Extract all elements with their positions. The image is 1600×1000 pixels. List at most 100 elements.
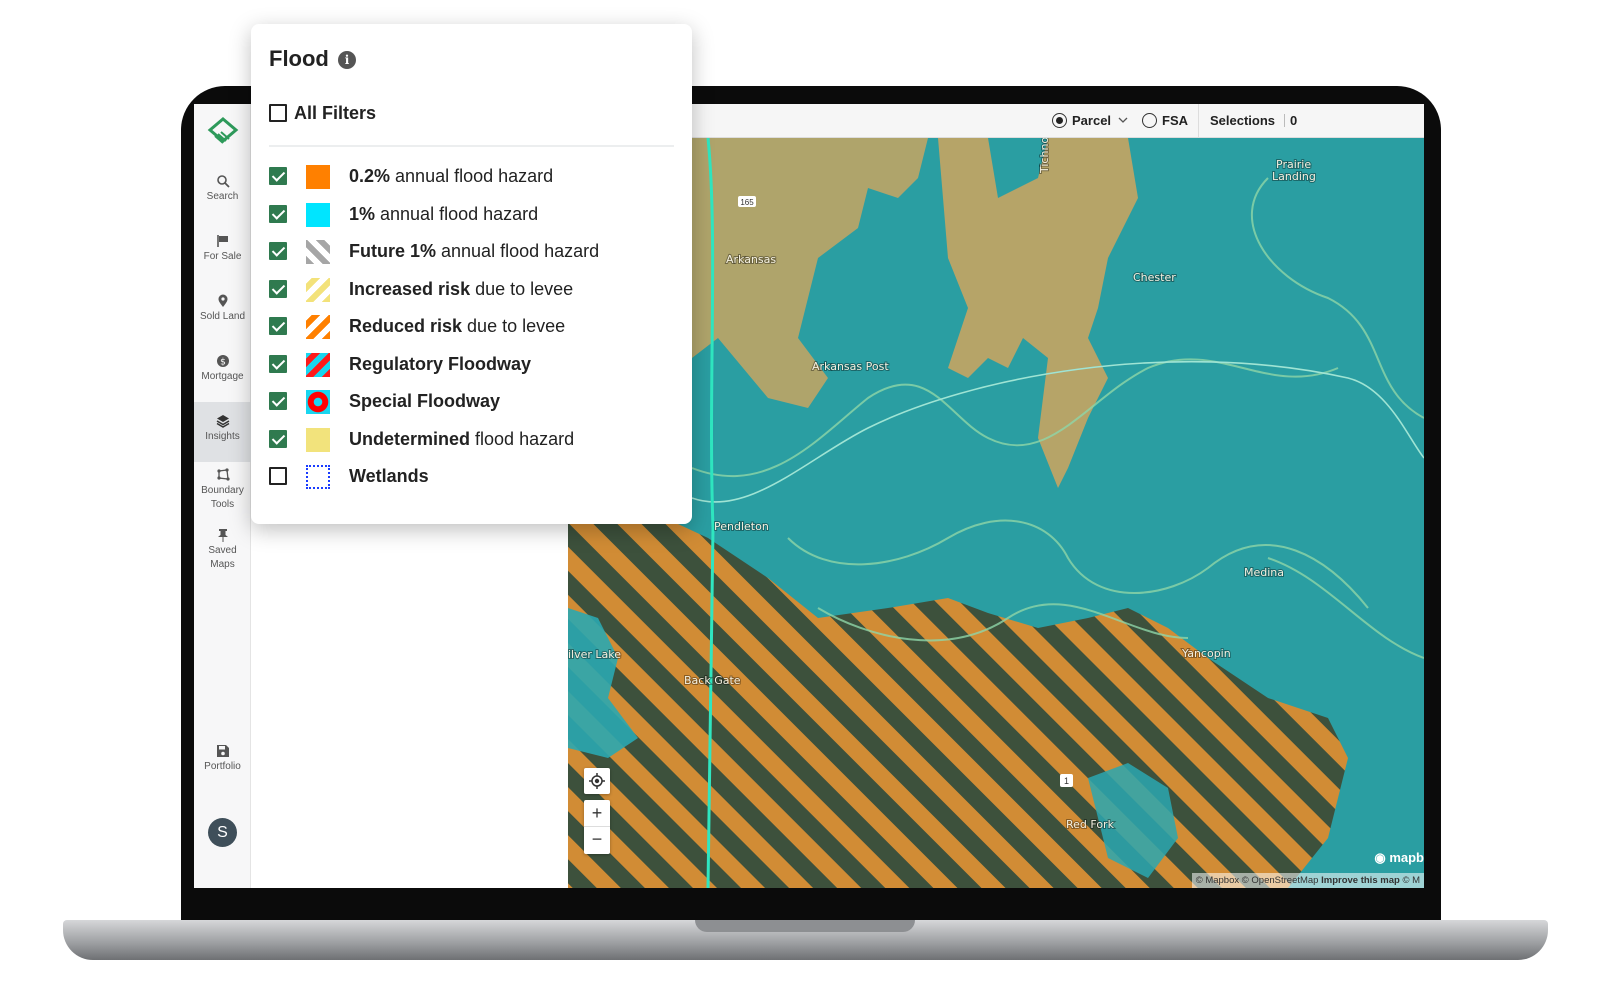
map-canvas[interactable]: Arkansas Chester Prairie Landing Arkansa… bbox=[568, 138, 1424, 888]
place-label: Chester bbox=[1133, 271, 1176, 284]
zoom-out-button[interactable]: − bbox=[584, 827, 610, 854]
zoom-control: + − bbox=[584, 800, 610, 854]
place-label: ilver Lake bbox=[568, 648, 621, 661]
sidebar-label: Maps bbox=[210, 559, 235, 570]
sidebar-item-boundary-tools[interactable]: Boundary Tools bbox=[194, 468, 251, 512]
divider bbox=[1198, 104, 1199, 138]
improve-map-link[interactable]: Improve this map bbox=[1321, 875, 1400, 886]
sidebar: Search For Sale Sold Land $ Mortgage Ins… bbox=[194, 104, 251, 888]
parcel-radio[interactable] bbox=[1052, 113, 1067, 128]
attribution-link[interactable]: © OpenStreetMap bbox=[1242, 875, 1319, 886]
sidebar-item-saved-maps[interactable]: Saved Maps bbox=[194, 528, 251, 572]
flood-filter-popup: Flood i All Filters 0.2% annual flood ha… bbox=[251, 24, 692, 524]
parcel-label[interactable]: Parcel bbox=[1072, 113, 1111, 128]
zoom-in-button[interactable]: + bbox=[584, 800, 610, 827]
filter-row[interactable]: Undetermined flood hazard bbox=[251, 426, 692, 452]
place-label: Medina bbox=[1244, 566, 1284, 579]
sidebar-item-search[interactable]: Search bbox=[194, 174, 251, 204]
laptop-notch bbox=[695, 920, 915, 932]
filter-label: Special Floodway bbox=[349, 391, 501, 411]
attribution-link[interactable]: © Mapbox bbox=[1196, 875, 1239, 886]
map-layers: Arkansas Chester Prairie Landing Arkansa… bbox=[568, 138, 1424, 888]
filter-checkbox[interactable] bbox=[269, 354, 287, 373]
fsa-radio[interactable] bbox=[1142, 113, 1157, 128]
orange-hatch-swatch-icon bbox=[306, 315, 330, 339]
divider bbox=[269, 145, 674, 147]
save-icon bbox=[216, 745, 229, 757]
filter-row[interactable]: 0.2% annual flood hazard bbox=[251, 163, 692, 189]
sidebar-label: Insights bbox=[205, 431, 240, 442]
sidebar-item-mortgage[interactable]: $ Mortgage bbox=[194, 354, 251, 384]
fsa-label[interactable]: FSA bbox=[1162, 113, 1188, 128]
filter-row[interactable]: 1% annual flood hazard bbox=[251, 201, 692, 227]
boundary-icon bbox=[216, 468, 230, 481]
svg-text:1: 1 bbox=[1064, 776, 1069, 786]
sidebar-label: Tools bbox=[210, 499, 235, 510]
sidebar-label: For Sale bbox=[203, 251, 242, 262]
filter-checkbox[interactable] bbox=[269, 429, 287, 448]
sidebar-label: Mortgage bbox=[201, 371, 244, 382]
sidebar-label: Search bbox=[206, 191, 239, 202]
filter-label: 1% annual flood hazard bbox=[349, 203, 539, 224]
layers-icon bbox=[216, 415, 229, 428]
geolocate-button[interactable] bbox=[584, 768, 610, 794]
filter-row[interactable]: Increased risk due to levee bbox=[251, 276, 692, 302]
filter-checkbox[interactable] bbox=[269, 279, 287, 298]
search-icon bbox=[216, 175, 230, 188]
filter-label: Reduced risk due to levee bbox=[349, 316, 566, 336]
all-filters-row[interactable]: All Filters bbox=[251, 100, 692, 126]
road-label: Tichnor Rd bbox=[1038, 138, 1051, 174]
info-icon[interactable]: i bbox=[338, 51, 356, 69]
filter-label: 0.2% annual flood hazard bbox=[349, 166, 554, 186]
map-toolbar: Parcel FSA Selections 0 bbox=[568, 104, 1424, 138]
logo-icon[interactable] bbox=[207, 116, 239, 148]
filter-label: Wetlands bbox=[349, 466, 429, 486]
svg-text:165: 165 bbox=[740, 198, 754, 207]
chevron-down-icon[interactable] bbox=[1118, 116, 1128, 124]
filter-row[interactable]: Wetlands bbox=[251, 463, 692, 489]
filter-label: Increased risk due to levee bbox=[349, 278, 574, 299]
place-label: Pendleton bbox=[714, 520, 769, 533]
all-filters-label: All Filters bbox=[294, 103, 377, 123]
route-shield: 1 bbox=[1060, 774, 1073, 787]
attribution-link[interactable]: © M bbox=[1402, 875, 1420, 886]
filter-checkbox[interactable] bbox=[269, 392, 287, 410]
mapbox-logo[interactable]: ◉ mapb bbox=[1374, 850, 1424, 866]
sidebar-item-for-sale[interactable]: For Sale bbox=[194, 234, 251, 264]
map-attribution: © Mapbox © OpenStreetMap Improve this ma… bbox=[1191, 873, 1424, 888]
sidebar-item-sold-land[interactable]: Sold Land bbox=[194, 294, 251, 324]
filter-checkbox[interactable] bbox=[269, 317, 287, 335]
filter-row[interactable]: Future 1% annual flood hazard bbox=[251, 238, 692, 264]
selections-count: 0 bbox=[1290, 113, 1298, 128]
pin-icon bbox=[217, 529, 228, 542]
filter-checkbox[interactable] bbox=[269, 167, 287, 185]
filter-label: Future 1% annual flood hazard bbox=[349, 241, 600, 261]
popup-title: Flood bbox=[269, 46, 329, 71]
sidebar-label: Sold Land bbox=[199, 311, 246, 322]
red-cyan-hatch-swatch-icon bbox=[306, 352, 330, 377]
all-filters-checkbox[interactable] bbox=[269, 104, 287, 122]
solid-orange-swatch-icon bbox=[306, 165, 330, 189]
filter-checkbox[interactable] bbox=[269, 242, 287, 260]
avatar[interactable]: S bbox=[208, 818, 237, 847]
sidebar-item-insights[interactable]: Insights bbox=[194, 402, 251, 462]
flag-icon bbox=[216, 235, 228, 247]
place-label: Arkansas bbox=[726, 253, 776, 266]
filter-row[interactable]: Regulatory Floodway bbox=[251, 351, 692, 377]
red-cyan-diamond-swatch-icon bbox=[306, 390, 330, 414]
filter-checkbox[interactable] bbox=[269, 467, 287, 485]
filter-row[interactable]: Special Floodway bbox=[251, 388, 692, 414]
dollar-icon: $ bbox=[216, 355, 229, 368]
sidebar-item-portfolio[interactable]: Portfolio bbox=[194, 744, 251, 774]
gray-hatch-swatch-icon bbox=[306, 240, 330, 264]
blue-dotted-box-swatch-icon bbox=[306, 465, 330, 489]
divider bbox=[1284, 114, 1285, 127]
locate-icon bbox=[589, 773, 605, 789]
solid-cyan-swatch-icon bbox=[306, 202, 330, 227]
filter-row[interactable]: Reduced risk due to levee bbox=[251, 313, 692, 339]
sidebar-label: Portfolio bbox=[204, 761, 241, 772]
filter-label: Regulatory Floodway bbox=[349, 353, 532, 374]
filter-checkbox[interactable] bbox=[269, 204, 287, 223]
solid-yellow-swatch-icon bbox=[306, 427, 330, 452]
place-label: Yancopin bbox=[1181, 647, 1231, 660]
